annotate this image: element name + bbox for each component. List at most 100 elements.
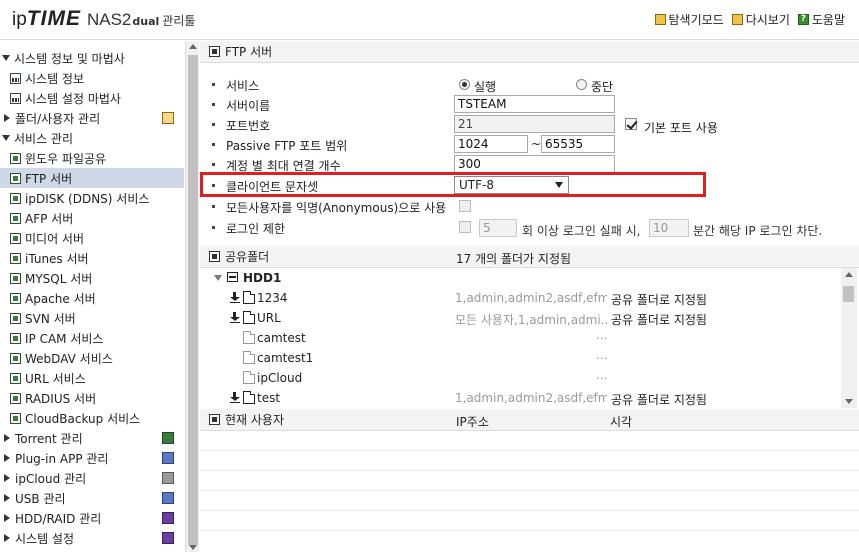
block-text: 분간 해당 IP 로그인 차단. [693, 224, 823, 238]
help-link[interactable]: ? 도움말 [797, 11, 845, 28]
sidebar-item-ipdisk[interactable]: ipDISK (DDNS) 서비스 [0, 188, 184, 208]
share-row[interactable]: camtest1 ... [200, 348, 843, 368]
sidebar-item-system-info[interactable]: 시스템 정보 및 마법사 [0, 48, 184, 68]
share-row[interactable]: test 1,admin,admin2,asdf,efmn... 공유 폴더로 … [200, 388, 843, 408]
passive-separator: ~ [531, 137, 542, 151]
sidebar-item-usb[interactable]: USB 관리 [0, 488, 184, 508]
sidebar-item-ipcloud[interactable]: ipCloud 관리 [0, 468, 184, 488]
sidebar-label: 시스템 정보 및 마법사 [14, 51, 125, 66]
field-label: Passive FTP 포트 범위 [226, 138, 348, 153]
sidebar-label: AFP 서버 [25, 211, 74, 226]
sidebar-item-ftp[interactable]: FTP 서버 [0, 168, 184, 188]
sidebar-item-hdd-raid[interactable]: HDD/RAID 관리 [0, 508, 184, 528]
share-name: camtest1 [257, 351, 314, 365]
sidebar-item-mysql[interactable]: MYSQL 서버 [0, 268, 184, 288]
row-divider [200, 490, 859, 491]
field-passive: Passive FTP 포트 범위 1024 ~ 65535 [200, 135, 859, 155]
field-port: 포트번호 21 기본 포트 사용 [200, 115, 859, 135]
sidebar-label: 미디어 서버 [25, 231, 85, 246]
sidebar-item-radius[interactable]: RADIUS 서버 [0, 388, 184, 408]
scroll-thumb[interactable] [843, 286, 854, 302]
sidebar: 시스템 정보 및 마법사 시스템 정보 시스템 설정 마법사 폴더/사용자 관리… [0, 41, 184, 552]
sidebar-item-setup-wizard[interactable]: 시스템 설정 마법사 [0, 88, 184, 108]
main-panel: FTP 서버 서비스 실행 중단 서버이름 TSTEAM 포트번호 21 기본 … [200, 41, 859, 552]
block-minutes-input[interactable]: 10 [649, 219, 689, 237]
share-row[interactable]: 1234 1,admin,admin2,asdf,efmn... 공유 폴더로 … [200, 288, 843, 308]
sidebar-item-folder-user[interactable]: 폴더/사용자 관리 [0, 108, 184, 128]
row-divider [200, 450, 859, 451]
sidebar-item-service-mgmt[interactable]: 서비스 관리 [0, 128, 184, 148]
expand-icon[interactable] [214, 275, 222, 281]
share-list: HDD1 1234 1,admin,admin2,asdf,efmn... 공유… [200, 268, 859, 408]
collapse-icon [4, 454, 10, 462]
anonymous-checkbox[interactable] [459, 200, 471, 212]
scroll-up-icon[interactable] [189, 44, 197, 49]
sidebar-label: 윈도우 파일공유 [25, 151, 107, 166]
service-off-radio[interactable] [576, 79, 587, 90]
sidebar-item-plugin[interactable]: Plug-in APP 관리 [0, 448, 184, 468]
refresh-icon [731, 14, 743, 25]
scroll-down-icon[interactable] [189, 545, 197, 550]
collapse-icon [4, 494, 10, 502]
field-label: 계정 별 최대 연결 개수 [226, 158, 341, 173]
share-row[interactable]: URL 모든 사용자,1,admin,admi... 공유 폴더로 지정됨 [200, 308, 843, 328]
login-limit-checkbox[interactable] [459, 221, 471, 233]
folder-icon [243, 371, 255, 384]
port-input[interactable]: 21 [454, 115, 615, 133]
sidebar-item-svn[interactable]: SVN 서버 [0, 308, 184, 328]
share-row[interactable]: ipCloud ... [200, 368, 843, 388]
sidebar-item-cloudbackup[interactable]: CloudBackup 서비스 [0, 408, 184, 428]
folder-icon [243, 391, 255, 404]
share-row[interactable]: camtest ... [200, 328, 843, 348]
ftp-icon [209, 46, 220, 57]
sidebar-item-apache[interactable]: Apache 서버 [0, 288, 184, 308]
sidebar-label: Plug-in APP 관리 [15, 451, 109, 466]
field-login-limit: 로그인 제한 5 회 이상 로그인 실패 시, 10 분간 해당 IP 로그인 … [200, 218, 859, 238]
sidebar-label: CloudBackup 서비스 [25, 411, 141, 426]
server-name-input[interactable]: TSTEAM [454, 95, 615, 113]
scroll-up-icon[interactable] [845, 272, 853, 277]
explorer-mode-link[interactable]: 탐색기모드 [654, 11, 724, 28]
users-col-time: 시각 [610, 415, 633, 429]
sidebar-item-url[interactable]: URL 서비스 [0, 368, 184, 388]
sidebar-item-webdav[interactable]: WebDAV 서비스 [0, 348, 184, 368]
sidebar-item-torrent[interactable]: Torrent 관리 [0, 428, 184, 448]
sidebar-item-afp[interactable]: AFP 서버 [0, 208, 184, 228]
sidebar-item-system-status[interactable]: 시스템 정보 [0, 68, 184, 88]
folder-icon [243, 331, 255, 344]
service-icon [10, 192, 21, 204]
sidebar-item-windows-share[interactable]: 윈도우 파일공유 [0, 148, 184, 168]
expand-icon [2, 135, 10, 141]
passive-from-input[interactable]: 1024 [454, 135, 528, 153]
row-divider [200, 470, 859, 471]
ftp-section-header: FTP 서버 [200, 41, 859, 63]
sidebar-scrollbar[interactable] [185, 41, 199, 552]
sidebar-label: 시스템 정보 [25, 71, 85, 86]
default-port-checkbox[interactable] [625, 118, 637, 130]
sidebar-item-itunes[interactable]: iTunes 서버 [0, 248, 184, 268]
service-on-radio[interactable] [459, 79, 470, 90]
sidebar-label: MYSQL 서버 [25, 271, 93, 286]
scroll-thumb[interactable] [188, 55, 198, 545]
sidebar-label: ipCloud 관리 [15, 471, 87, 486]
share-scrollbar[interactable] [841, 268, 857, 408]
refresh-link[interactable]: 다시보기 [731, 11, 790, 28]
sidebar-label: FTP 서버 [25, 171, 73, 186]
bullet [212, 205, 215, 208]
bullet [212, 163, 215, 166]
share-disk-row[interactable]: HDD1 [200, 268, 843, 288]
folder-icon [243, 291, 255, 304]
share-name: 1234 [257, 291, 288, 305]
sidebar-item-media[interactable]: 미디어 서버 [0, 228, 184, 248]
passive-to-input[interactable]: 65535 [541, 135, 615, 153]
download-icon [230, 292, 240, 303]
sidebar-item-system-settings[interactable]: 시스템 설정 [0, 528, 184, 548]
scroll-down-icon[interactable] [845, 399, 853, 404]
sidebar-item-ipcam[interactable]: IP CAM 서비스 [0, 328, 184, 348]
service-off-label: 중단 [591, 80, 614, 94]
sidebar-label: 시스템 설정 [15, 531, 75, 546]
service-icon [10, 212, 21, 224]
max-connections-input[interactable]: 300 [454, 155, 615, 173]
share-name: ipCloud [257, 371, 303, 385]
login-fail-count-input[interactable]: 5 [479, 219, 517, 237]
